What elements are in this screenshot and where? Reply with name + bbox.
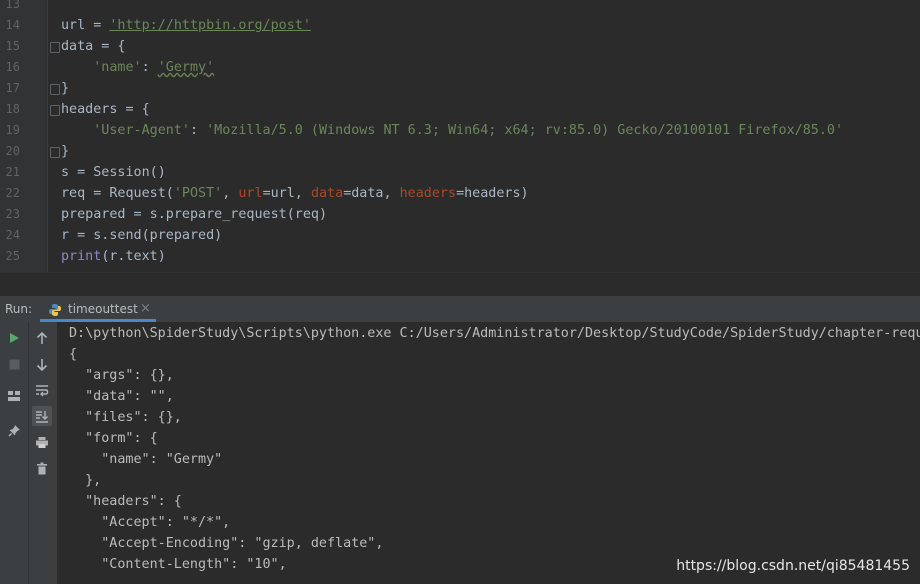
restore-layout-button[interactable]: [4, 386, 24, 406]
code-line: }: [61, 81, 70, 96]
fold-marker-icon[interactable]: [50, 84, 60, 95]
run-label: Run:: [5, 302, 33, 316]
console-line: "headers": {: [69, 494, 182, 509]
line-number: 13: [5, 0, 20, 11]
print-icon: [36, 436, 48, 448]
layout-icon: [8, 391, 20, 401]
soft-wrap-icon: [36, 384, 49, 396]
code-editor[interactable]: 13 14 15 16 17 18 19 20 21 22 23 24 25 u…: [0, 0, 920, 272]
console-line: D:\python\SpiderStudy\Scripts\python.exe…: [69, 326, 920, 341]
console-line: "args": {},: [69, 368, 174, 383]
print-button[interactable]: [32, 432, 52, 452]
line-number: 19: [5, 123, 20, 137]
run-toolbar: Run: timeouttest ×: [0, 296, 920, 322]
tab-label: timeouttest: [68, 302, 138, 316]
code-line: url = 'http://httpbin.org/post': [61, 18, 311, 33]
next-occurrence-button[interactable]: [32, 354, 52, 374]
console-line: "Accept-Encoding": "gzip, deflate",: [69, 536, 384, 551]
pin-tab-button[interactable]: [4, 420, 24, 440]
line-number: 17: [5, 81, 20, 95]
run-icon: [10, 333, 19, 343]
code-line: headers = {: [61, 102, 150, 117]
line-number: 20: [5, 144, 20, 158]
line-number: 21: [5, 165, 20, 179]
code-line: 'User-Agent': 'Mozilla/5.0 (Windows NT 6…: [93, 123, 844, 138]
code-line: s = Session(): [61, 165, 166, 180]
soft-wrap-button[interactable]: [32, 380, 52, 400]
previous-occurrence-button[interactable]: [32, 328, 52, 348]
console-actions-toolbar: [28, 322, 57, 584]
console-line: "form": {: [69, 431, 158, 446]
line-number: 15: [5, 39, 20, 53]
console-line: "Content-Length": "10",: [69, 557, 287, 572]
python-icon: [49, 304, 61, 316]
gutter-divider: [47, 0, 48, 272]
fold-marker-icon[interactable]: [50, 42, 60, 53]
stop-icon: [9, 359, 19, 369]
rerun-button[interactable]: [4, 328, 24, 348]
arrow-down-icon: [36, 358, 48, 371]
watermark: https://blog.csdn.net/qi85481455: [676, 558, 910, 574]
console-line: "files": {},: [69, 410, 182, 425]
console-line: "Accept": "*/*",: [69, 515, 231, 530]
stop-button[interactable]: [4, 354, 24, 374]
console-output[interactable]: D:\python\SpiderStudy\Scripts\python.exe…: [57, 322, 920, 584]
line-number: 24: [5, 228, 20, 242]
trash-icon: [37, 462, 47, 474]
code-line: r = s.send(prepared): [61, 228, 223, 243]
scroll-to-end-icon: [36, 410, 48, 423]
fold-marker-icon[interactable]: [50, 105, 60, 116]
code-line: prepared = s.prepare_request(req): [61, 207, 328, 222]
clear-all-button[interactable]: [32, 458, 52, 478]
line-number: 22: [5, 186, 20, 200]
fold-marker-icon[interactable]: [50, 147, 60, 158]
line-number: 16: [5, 60, 20, 74]
console-line: },: [69, 473, 102, 488]
console-line: "data": "",: [69, 389, 174, 404]
line-number: 14: [5, 18, 20, 32]
pin-icon: [7, 424, 20, 437]
code-line: data = {: [61, 39, 126, 54]
code-line: }: [61, 144, 70, 159]
console-line: "name": "Germy": [69, 452, 223, 467]
code-line: 'name': 'Germy': [93, 60, 215, 75]
url-string: 'http://httpbin.org/post': [109, 18, 311, 33]
console-line: {: [69, 347, 78, 362]
panel-splitter[interactable]: [0, 272, 920, 297]
run-actions-toolbar: [0, 322, 28, 584]
code-line: print(r.text): [61, 249, 166, 264]
code-line: req = Request('POST', url=url, data=data…: [61, 186, 529, 201]
line-number: 23: [5, 207, 20, 221]
arrow-up-icon: [36, 331, 48, 344]
close-icon[interactable]: ×: [140, 301, 151, 316]
line-number: 25: [5, 249, 20, 263]
scroll-to-end-button[interactable]: [32, 406, 52, 426]
line-number: 18: [5, 102, 20, 116]
